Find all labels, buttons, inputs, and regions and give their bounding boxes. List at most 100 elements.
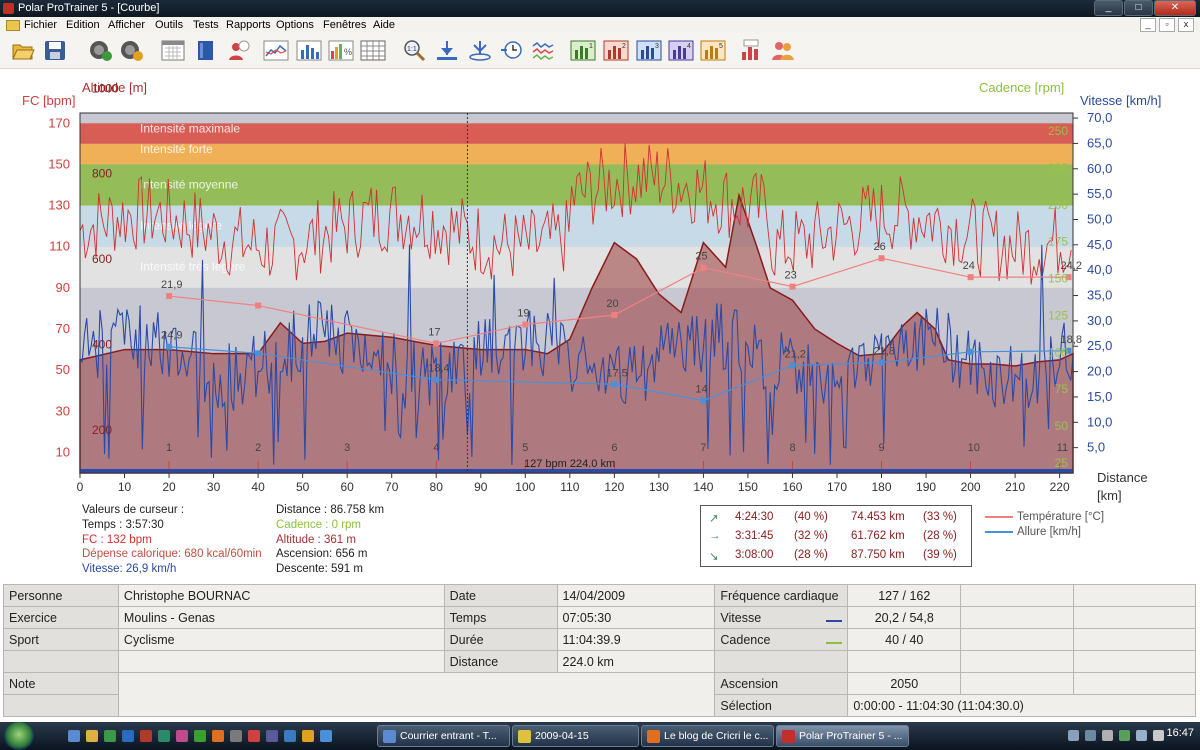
menu-fichier[interactable]: Fichier (24, 18, 57, 32)
zone5-icon[interactable]: 5 (700, 38, 726, 63)
menu-outils[interactable]: Outils (155, 18, 183, 32)
quicklaunch-icon[interactable] (248, 730, 260, 742)
quicklaunch-icon[interactable] (302, 730, 314, 742)
zone4-icon[interactable]: 4 (668, 38, 694, 63)
personne-label: Personne (3, 584, 119, 607)
calendar-icon[interactable] (160, 38, 186, 63)
book-icon[interactable] (193, 38, 219, 63)
distance-label: Distance (443, 650, 558, 673)
weight-icon[interactable] (434, 38, 460, 63)
fc-tick-label: 70 (56, 321, 70, 336)
x-tick-label: 210 (1005, 480, 1025, 494)
x-tick-label: 190 (916, 480, 936, 494)
allure-point (166, 343, 173, 350)
menu-edition[interactable]: Edition (66, 18, 100, 32)
quicklaunch-icon[interactable] (68, 730, 80, 742)
quicklaunch-icon[interactable] (266, 730, 278, 742)
cursor-descente: Descente: 591 m (276, 563, 363, 576)
sync-icon[interactable] (467, 38, 493, 63)
menu-afficher[interactable]: Afficher (108, 18, 145, 32)
start-button[interactable] (4, 722, 34, 750)
task-document[interactable]: 2009-04-15 (512, 725, 639, 747)
lap-marker: 11 (1057, 442, 1068, 454)
ascension-value: 2050 (847, 672, 962, 695)
speed-tick-label: 60,0 (1087, 161, 1112, 176)
allure-point (700, 397, 707, 404)
sport-value[interactable]: Cyclisme (117, 628, 445, 651)
bar-chart-icon[interactable] (296, 38, 322, 63)
note-field[interactable] (117, 672, 716, 717)
users-icon[interactable] (770, 38, 796, 63)
quicklaunch-icon[interactable] (176, 730, 188, 742)
settings-icon[interactable] (119, 38, 145, 63)
open-folder-icon[interactable] (10, 38, 36, 63)
child-close-button[interactable]: x (1178, 18, 1194, 32)
zoom-icon[interactable]: 1:1 (401, 38, 427, 63)
legend-temperature: Température [°C] (985, 510, 1104, 525)
temperature-value: 24 (963, 260, 975, 272)
allure-point (611, 381, 618, 388)
personne-value[interactable]: Christophe BOURNAC (117, 584, 445, 607)
menu-bar: Fichier Edition Afficher Outils Tests Ra… (0, 17, 1200, 34)
menu-options[interactable]: Options (276, 18, 314, 32)
quicklaunch-icon[interactable] (194, 730, 206, 742)
child-minimize-button[interactable]: _ (1140, 18, 1156, 32)
task-polar[interactable]: Polar ProTrainer 5 - ... (776, 725, 909, 747)
temperature-value: 19 (517, 307, 529, 319)
close-button[interactable]: ✕ (1154, 0, 1196, 16)
refresh-icon[interactable] (88, 38, 114, 63)
maximize-button[interactable]: □ (1124, 0, 1153, 16)
document-icon (6, 20, 20, 31)
person-icon[interactable] (225, 38, 251, 63)
menu-rapports[interactable]: Rapports (226, 18, 271, 32)
menu-fenetres[interactable]: Fenêtres (323, 18, 366, 32)
zone2-icon[interactable]: 2 (603, 38, 629, 63)
cadence-value: 40 / 40 (847, 628, 962, 651)
percent-chart-icon[interactable]: % (328, 38, 354, 63)
tray-icon[interactable] (1136, 730, 1147, 741)
clock-icon[interactable] (499, 38, 525, 63)
cursor-label: 127 bpm 224.0 km (524, 458, 615, 470)
quicklaunch-icon[interactable] (284, 730, 296, 742)
table-icon[interactable] (360, 38, 386, 63)
menu-tests[interactable]: Tests (193, 18, 219, 32)
zone-band (80, 143, 1073, 165)
menu-aide[interactable]: Aide (373, 18, 395, 32)
altitude-tick-label: 800 (92, 167, 112, 181)
quicklaunch-icon[interactable] (230, 730, 242, 742)
speed-tick-label: 50,0 (1087, 211, 1112, 226)
heart-rate-chart[interactable]: Intensité maximale Intensité forte Intensi… (0, 70, 1200, 510)
quicklaunch-icon[interactable] (212, 730, 224, 742)
child-restore-button[interactable]: ▫ (1159, 18, 1175, 32)
zone1-icon[interactable]: 1 (570, 38, 596, 63)
task-browser[interactable]: Le blog de Cricri le c... (641, 725, 774, 747)
zone-label: Intensité moyenne (140, 177, 238, 191)
quicklaunch-icon[interactable] (158, 730, 170, 742)
exercice-value[interactable]: Moulins - Genas (117, 606, 445, 629)
slope-summary-box: ↗ 4:24:30 (40 %) 74.453 km (33 %) → 3:31… (700, 505, 972, 567)
task-courrier[interactable]: Courrier entrant - T... (377, 725, 510, 747)
lap-marker: 2 (255, 442, 261, 454)
quicklaunch-icon[interactable] (140, 730, 152, 742)
quicklaunch-icon[interactable] (104, 730, 116, 742)
tray-icon[interactable] (1085, 730, 1096, 741)
area-chart-icon[interactable] (263, 38, 289, 63)
tray-icon[interactable] (1119, 730, 1130, 741)
report-icon[interactable] (739, 38, 765, 63)
temperature-point (433, 340, 440, 347)
sport-label: Sport (3, 628, 119, 651)
duree-value: 11:04:39.9 (556, 628, 716, 651)
quicklaunch-icon[interactable] (122, 730, 134, 742)
arrow-right-icon: → (709, 530, 721, 542)
allure-point (967, 348, 974, 355)
save-icon[interactable] (42, 38, 68, 63)
minimize-button[interactable]: _ (1094, 0, 1123, 16)
tray-icon[interactable] (1102, 730, 1113, 741)
curve-icon[interactable] (531, 38, 557, 63)
zone3-icon[interactable]: 3 (636, 38, 662, 63)
tray-icon[interactable] (1153, 730, 1164, 741)
tray-icon[interactable] (1068, 730, 1079, 741)
cadence-tick-label: 200 (1048, 198, 1068, 212)
quicklaunch-icon[interactable] (86, 730, 98, 742)
quicklaunch-icon[interactable] (320, 730, 332, 742)
